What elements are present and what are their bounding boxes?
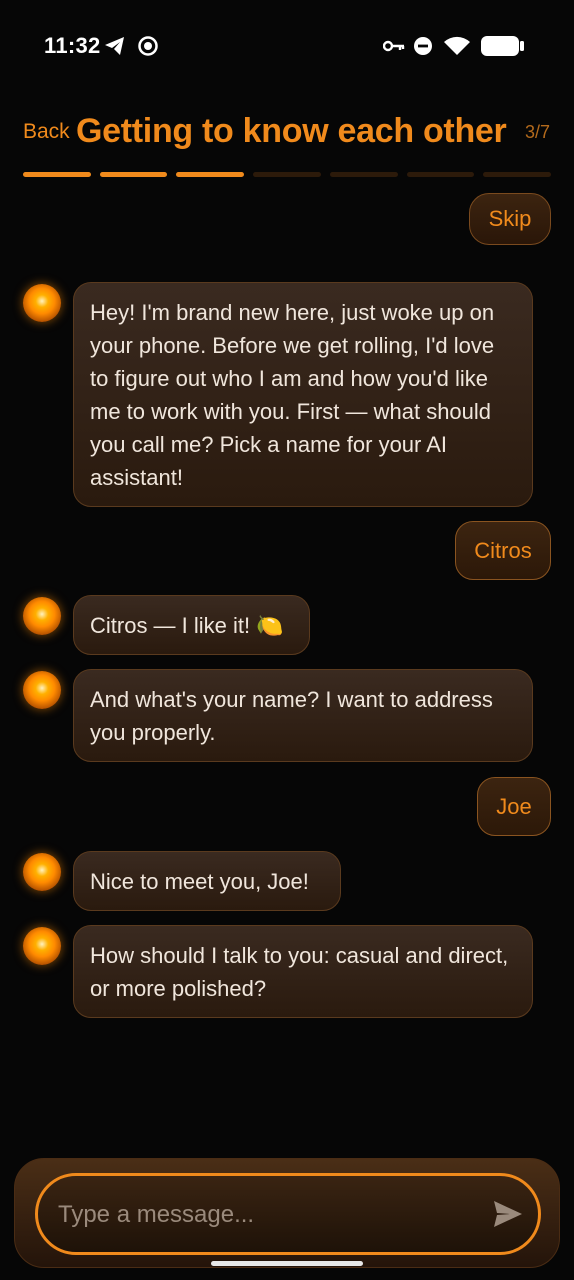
progress-bar [23, 172, 552, 178]
user-message: Joe [477, 777, 551, 836]
assistant-avatar [23, 597, 61, 635]
composer [14, 1158, 560, 1268]
assistant-message: How should I talk to you: casual and dir… [73, 925, 533, 1018]
message-input[interactable] [56, 1176, 480, 1254]
battery-icon [480, 34, 526, 58]
assistant-avatar [23, 284, 61, 322]
progress-segment [483, 172, 552, 177]
user-message: Citros [455, 521, 551, 580]
assistant-message: Nice to meet you, Joe! [73, 851, 341, 911]
status-bar: 11:32 [0, 0, 574, 92]
do-not-disturb-icon [413, 34, 433, 58]
progress-segment [253, 172, 321, 177]
page-title: Getting to know each other [76, 112, 507, 150]
header: Back Getting to know each other 3/7 [0, 110, 574, 160]
step-counter: 3/7 [524, 122, 550, 142]
progress-segment [176, 172, 245, 177]
message-input-wrapper [35, 1173, 541, 1255]
assistant-avatar [23, 853, 61, 891]
send-icon[interactable] [492, 1199, 524, 1229]
key-icon [383, 34, 405, 58]
record-icon [137, 34, 159, 58]
back-button[interactable]: Back [23, 120, 70, 144]
skip-button[interactable]: Skip [469, 193, 551, 245]
assistant-avatar [23, 671, 61, 709]
home-indicator [211, 1261, 363, 1266]
assistant-avatar [23, 927, 61, 965]
progress-segment [329, 172, 398, 177]
status-time: 11:32 [44, 33, 101, 58]
progress-segment [23, 172, 91, 177]
assistant-message: Citros — I like it! 🍋 [73, 595, 310, 655]
wifi-icon [443, 34, 471, 58]
progress-segment [406, 172, 475, 177]
assistant-message: Hey! I'm brand new here, just woke up on… [73, 282, 533, 507]
assistant-message: And what's your name? I want to address … [73, 669, 533, 762]
telegram-icon [104, 34, 126, 58]
progress-segment [99, 172, 168, 177]
